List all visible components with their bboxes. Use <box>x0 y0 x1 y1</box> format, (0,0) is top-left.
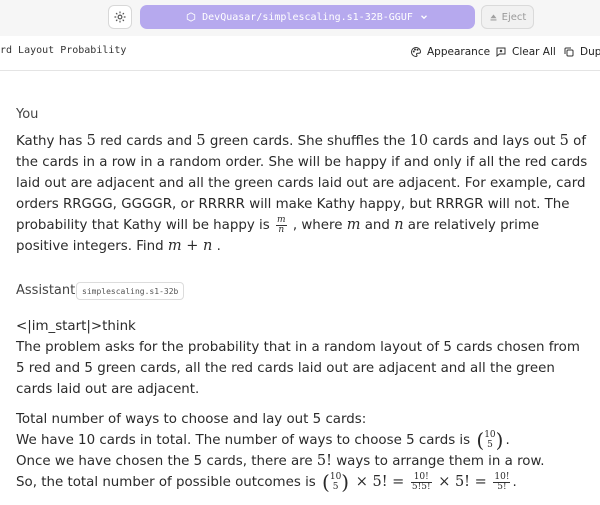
text-segment: , where <box>288 218 347 233</box>
binom-top: 10 <box>329 472 342 482</box>
fraction-numerator: 10! <box>493 471 511 483</box>
fraction-numerator: 10! <box>410 472 432 483</box>
eject-label: Eject <box>501 11 527 23</box>
duplicate-icon <box>564 47 574 57</box>
paren: ) <box>341 470 350 494</box>
assistant-line-2: We have 10 cards in total. The number of… <box>16 430 592 451</box>
user-message: Kathy has 5 red cards and 5 green cards.… <box>16 131 592 257</box>
math-number: 5 <box>86 133 96 149</box>
text-segment: and <box>360 218 395 233</box>
eject-icon <box>490 14 497 20</box>
settings-button[interactable] <box>108 5 132 29</box>
fraction-10-over-5-5: 10! 5!5! <box>410 472 432 492</box>
fraction-numerator: m <box>276 214 287 226</box>
paren: ( <box>476 428 485 452</box>
appearance-label: Appearance <box>427 46 491 58</box>
fraction-denominator: n <box>278 224 285 235</box>
chat-title: rd Layout Probability <box>0 45 127 56</box>
math-number: 5 <box>196 133 206 149</box>
text-segment: We have 10 cards in total. The number of… <box>16 433 475 448</box>
text-segment: ways to arrange them in a row. <box>331 454 545 469</box>
palette-icon <box>411 46 422 58</box>
paren: ( <box>322 470 330 494</box>
text-segment: So, the total number of possible outcome… <box>16 475 321 490</box>
fraction-m-over-n: mn <box>276 214 287 235</box>
fraction-denominator: 5! <box>497 481 507 492</box>
text-segment: Once we have chosen the 5 cards, there a… <box>16 454 317 469</box>
assistant-line-4: So, the total number of possible outcome… <box>16 472 592 493</box>
text-segment: Kathy has <box>16 134 87 149</box>
text-segment: . <box>505 433 510 448</box>
think-tag: <|im_start|>think <box>16 319 136 334</box>
clear-all-label: Clear All <box>512 46 556 58</box>
appearance-button[interactable]: Appearance <box>410 46 490 58</box>
gear-icon <box>114 11 126 23</box>
chat-header: rd Layout Probability Appearance Clear A… <box>0 36 600 71</box>
binomial-10-choose-5: (10 5) <box>322 472 349 492</box>
chevron-down-icon <box>420 15 427 20</box>
assistant-line-3: Once we have chosen the 5 cards, there a… <box>16 451 592 472</box>
math-expression: × 5! = <box>433 474 492 490</box>
math-number: 10 <box>409 133 429 149</box>
math-variable: n <box>394 217 404 233</box>
duplicate-label: Dup <box>580 46 600 58</box>
assistant-message: <|im_start|>think The problem asks for t… <box>16 316 592 493</box>
eject-button[interactable]: Eject <box>481 5 534 29</box>
math-expression: × 5! = <box>351 474 409 490</box>
text-segment: . <box>212 239 221 254</box>
clear-chat-icon <box>496 47 506 58</box>
fraction-denominator: 5!5! <box>411 481 431 492</box>
model-badge: simplescaling.s1-32b <box>76 282 185 300</box>
cube-icon <box>186 12 196 22</box>
binom-top: 10 <box>484 430 496 440</box>
math-number: 5 <box>559 133 569 149</box>
assistant-role-label: Assistant <box>16 283 76 298</box>
text-segment: . <box>512 475 517 490</box>
user-role-label: You <box>16 107 39 122</box>
clear-all-button[interactable]: Clear All <box>495 46 556 58</box>
model-name: DevQuasar/simplescaling.s1-32B-GGUF <box>202 11 413 23</box>
duplicate-button[interactable]: Dup <box>563 46 600 58</box>
binomial-10-choose-5: (10 5) <box>476 430 503 450</box>
paren: ) <box>495 428 504 452</box>
top-toolbar: DevQuasar/simplescaling.s1-32B-GGUF Ejec… <box>0 0 600 36</box>
binom-bottom: 5 <box>487 440 493 450</box>
math-expression: 5! <box>316 453 332 469</box>
text-segment: red cards and <box>95 134 197 149</box>
fraction-10-over-5: 10! 5! <box>493 471 511 492</box>
math-expression: m + n <box>167 238 213 254</box>
assistant-intro: The problem asks for the probability tha… <box>16 340 580 397</box>
text-segment: green cards. She shuffles the <box>205 134 410 149</box>
binom-bottom: 5 <box>332 482 339 492</box>
text-segment: cards and lays out <box>428 134 560 149</box>
model-selector[interactable]: DevQuasar/simplescaling.s1-32B-GGUF <box>140 5 475 29</box>
assistant-line-1: Total number of ways to choose and lay o… <box>16 412 367 427</box>
math-variable: m <box>346 217 361 233</box>
